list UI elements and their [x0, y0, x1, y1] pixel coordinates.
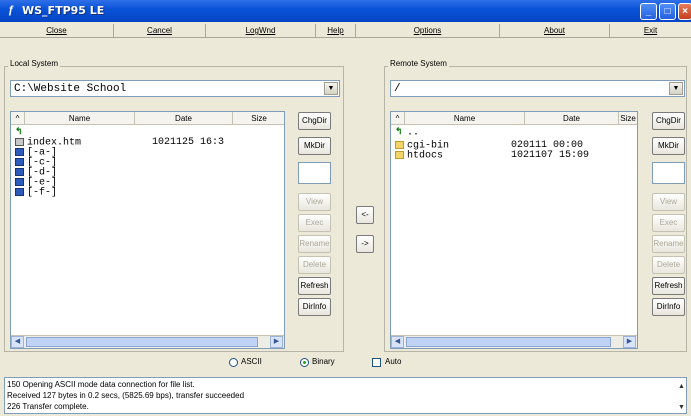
ascii-radio[interactable] — [229, 358, 238, 367]
auto-checkbox[interactable] — [372, 358, 381, 367]
local-delete-button[interactable]: Delete — [298, 256, 331, 274]
folder-icon — [395, 151, 404, 159]
transfer-to-local-button[interactable]: <- — [356, 206, 374, 224]
local-col-name[interactable]: Name — [25, 112, 135, 125]
log-line: Received 127 bytes in 0.2 secs, (5825.69… — [7, 391, 245, 400]
drive-icon — [15, 168, 24, 176]
up-dir-icon: ↰ — [395, 127, 403, 137]
remote-col-date[interactable]: Date — [525, 112, 619, 125]
log-line: 226 Transfer complete. — [7, 402, 89, 411]
close-window-button[interactable]: × — [678, 3, 691, 20]
file-date: 1021107 15:09 — [511, 150, 590, 161]
remote-col-size[interactable]: Size — [619, 112, 637, 125]
remote-mask-field[interactable] — [652, 162, 685, 184]
local-chgdir-button[interactable]: ChgDir — [298, 112, 331, 130]
list-item[interactable]: htdocs — [395, 151, 443, 161]
folder-icon — [395, 141, 404, 149]
remote-path-text: / — [394, 83, 401, 95]
log-line: 150 Opening ASCII mode data connection f… — [7, 380, 195, 389]
remote-rename-button[interactable]: Rename — [652, 235, 685, 253]
status-log[interactable]: 150 Opening ASCII mode data connection f… — [4, 377, 687, 414]
menu-logwnd[interactable]: LogWnd — [206, 24, 316, 38]
binary-radio[interactable] — [300, 358, 309, 367]
transfer-to-remote-button[interactable]: -> — [356, 235, 374, 253]
list-item[interactable]: [-e-] — [15, 178, 57, 188]
scroll-right-icon[interactable]: ▶ — [623, 336, 636, 348]
menu-cancel[interactable]: Cancel — [114, 24, 206, 38]
remote-view-button[interactable]: View — [652, 193, 685, 211]
remote-hscrollbar[interactable]: ◀ ▶ — [391, 335, 637, 348]
menu-exit[interactable]: Exit — [610, 24, 691, 38]
remote-exec-button[interactable]: Exec — [652, 214, 685, 232]
remote-mkdir-button[interactable]: MkDir — [652, 137, 685, 155]
remote-col-sort[interactable]: ^ — [391, 112, 405, 125]
local-mask-field[interactable] — [298, 162, 331, 184]
local-path-combo[interactable]: C:\Website School ▼ — [10, 80, 340, 97]
window-title: WS_FTP95 LE — [22, 4, 105, 17]
local-system-label: Local System — [8, 59, 61, 69]
drive-icon — [15, 158, 24, 166]
remote-chgdir-button[interactable]: ChgDir — [652, 112, 685, 130]
chevron-down-icon[interactable]: ▼ — [324, 82, 338, 95]
minimize-button[interactable]: _ — [640, 3, 657, 20]
list-item[interactable]: [-d-] — [15, 168, 57, 178]
local-file-list[interactable]: ^ Name Date Size ↰ index.htm 1021125 16:… — [10, 111, 285, 349]
local-view-button[interactable]: View — [298, 193, 331, 211]
remote-refresh-button[interactable]: Refresh — [652, 277, 685, 295]
file-date: 1021125 16:3 — [152, 137, 225, 148]
menu-about[interactable]: About — [500, 24, 610, 38]
remote-system-label: Remote System — [388, 59, 449, 69]
list-item[interactable]: [-c-] — [15, 158, 57, 168]
menu-close[interactable]: Close — [0, 24, 114, 38]
scroll-left-icon[interactable]: ◀ — [11, 336, 24, 348]
menu-options[interactable]: Options — [356, 24, 500, 38]
scroll-thumb[interactable] — [406, 337, 611, 347]
list-item[interactable]: ↰ — [15, 128, 27, 138]
list-item[interactable]: cgi-bin — [395, 141, 449, 151]
up-dir-icon: ↰ — [15, 127, 23, 137]
list-item[interactable]: [-f-] — [15, 188, 57, 198]
maximize-button[interactable]: □ — [659, 3, 676, 20]
scroll-up-icon[interactable]: ▲ — [677, 382, 686, 391]
chevron-down-icon[interactable]: ▼ — [669, 82, 683, 95]
scroll-thumb[interactable] — [26, 337, 258, 347]
drive-icon — [15, 178, 24, 186]
file-name: .. — [407, 127, 420, 139]
scroll-down-icon[interactable]: ▼ — [677, 403, 686, 412]
menu-help[interactable]: Help — [316, 24, 356, 38]
scroll-right-icon[interactable]: ▶ — [270, 336, 283, 348]
local-exec-button[interactable]: Exec — [298, 214, 331, 232]
local-col-date[interactable]: Date — [135, 112, 233, 125]
remote-file-list[interactable]: ^ Name Date Size ↰.. cgi-bin 020111 00:0… — [390, 111, 638, 349]
local-path-text: C:\Website School — [14, 83, 127, 95]
remote-col-name[interactable]: Name — [405, 112, 525, 125]
local-col-sort[interactable]: ^ — [11, 112, 25, 125]
local-refresh-button[interactable]: Refresh — [298, 277, 331, 295]
local-mkdir-button[interactable]: MkDir — [298, 137, 331, 155]
ascii-label: ASCII — [241, 357, 262, 366]
file-name: htdocs — [407, 150, 444, 162]
file-name: [-f-] — [27, 187, 58, 199]
local-hscrollbar[interactable]: ◀ ▶ — [11, 335, 284, 348]
local-rename-button[interactable]: Rename — [298, 235, 331, 253]
local-col-size[interactable]: Size — [233, 112, 284, 125]
binary-label: Binary — [312, 357, 335, 366]
list-item[interactable]: ↰.. — [395, 127, 420, 139]
app-icon: ƒ — [7, 4, 15, 16]
file-icon — [15, 138, 24, 146]
scroll-left-icon[interactable]: ◀ — [391, 336, 404, 348]
remote-path-combo[interactable]: / ▼ — [390, 80, 685, 97]
drive-icon — [15, 148, 24, 156]
list-item[interactable]: index.htm — [15, 138, 81, 148]
drive-icon — [15, 188, 24, 196]
menu-bar: Close Cancel LogWnd Help Options About E… — [0, 24, 691, 38]
auto-label: Auto — [385, 357, 402, 366]
remote-delete-button[interactable]: Delete — [652, 256, 685, 274]
list-item[interactable]: [-a-] — [15, 148, 57, 158]
local-dirinfo-button[interactable]: DirInfo — [298, 298, 331, 316]
remote-dirinfo-button[interactable]: DirInfo — [652, 298, 685, 316]
